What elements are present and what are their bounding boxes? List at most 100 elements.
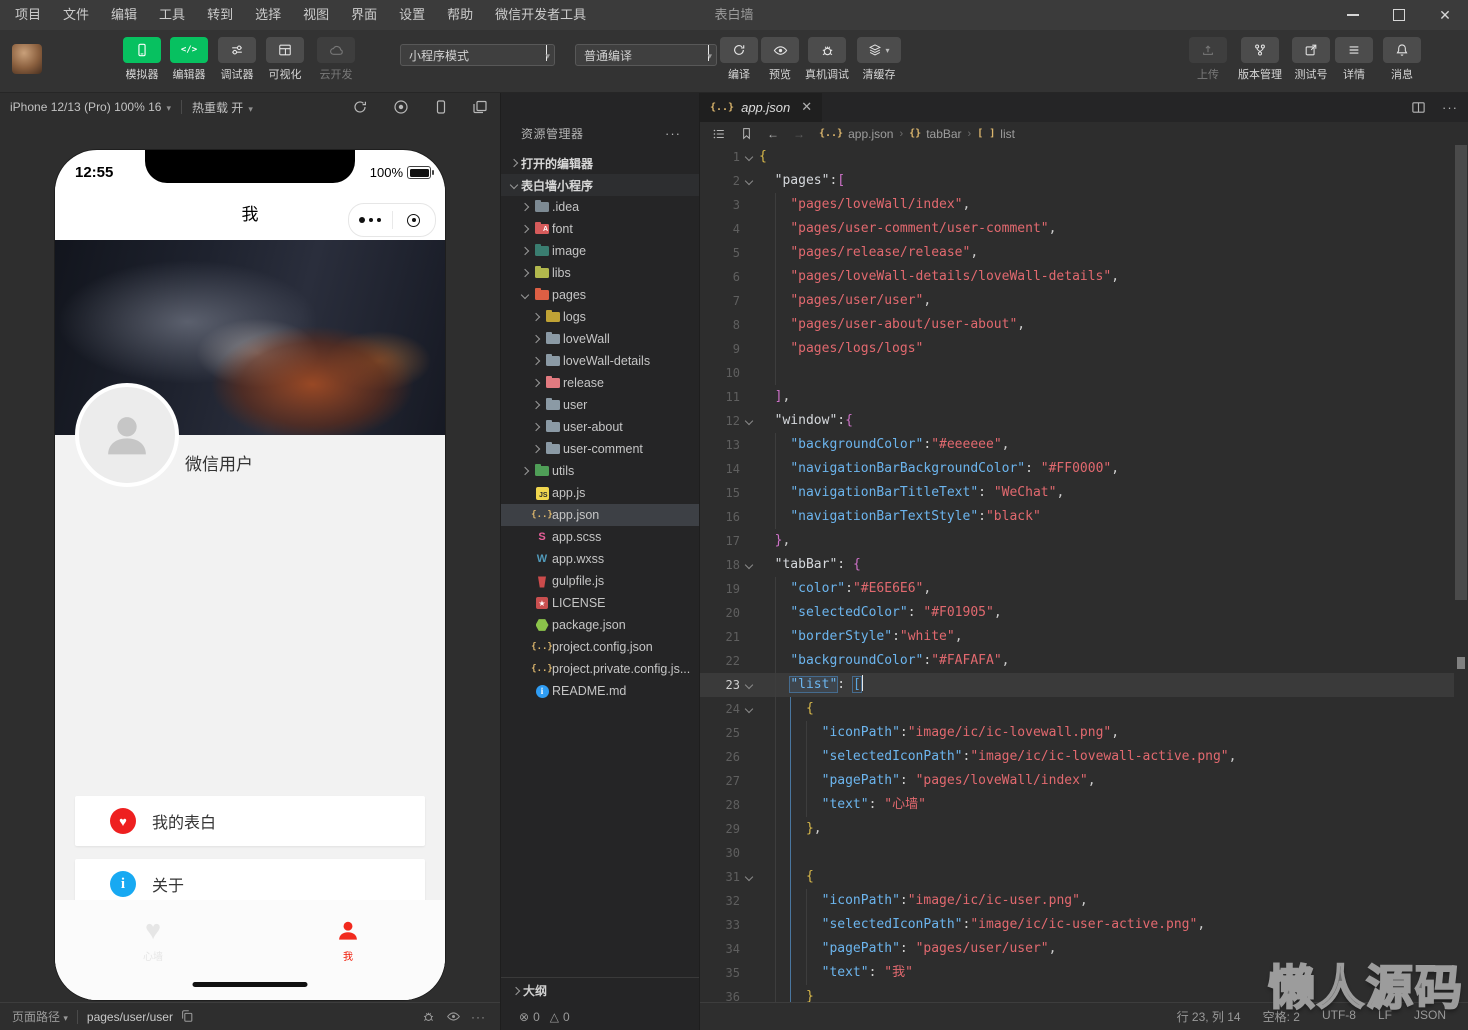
code-line[interactable]: 8 "pages/user-about/user-about", [700, 313, 1454, 337]
tree-item[interactable]: user-comment [501, 438, 699, 460]
upload-button[interactable]: 上传 [1180, 37, 1236, 82]
code-editor[interactable]: 1{2 "pages":[3 "pages/loveWall/index",4 … [700, 145, 1454, 1003]
forward-arrow-icon[interactable]: → [793, 127, 805, 141]
tree-item[interactable]: iREADME.md [501, 680, 699, 702]
breadcrumb-item[interactable]: {}tabBar [909, 127, 961, 141]
menu-item[interactable]: 工具 [148, 0, 196, 30]
code-line[interactable]: 26 "selectedIconPath":"image/ic/ic-lovew… [700, 745, 1454, 769]
code-line[interactable]: 6 "pages/loveWall-details/loveWall-detai… [700, 265, 1454, 289]
code-line[interactable]: 21 "borderStyle":"white", [700, 625, 1454, 649]
close-button[interactable]: ✕ [1422, 0, 1468, 30]
more-icon[interactable]: ··· [1442, 100, 1458, 115]
bookmark-icon[interactable] [740, 127, 753, 140]
breadcrumb-item[interactable]: {..}app.json [819, 127, 893, 141]
tree-item[interactable]: libs [501, 262, 699, 284]
page-path-select[interactable]: 页面路径 ▾ [12, 1008, 68, 1025]
code-line[interactable]: 23 "list": [ [700, 673, 1454, 697]
version-control-button[interactable]: 版本管理 [1232, 37, 1288, 82]
tree-item[interactable]: 打开的编辑器 [501, 152, 699, 174]
menu-item[interactable]: 设置 [388, 0, 436, 30]
menu-item[interactable]: 文件 [52, 0, 100, 30]
bug-icon[interactable] [421, 1009, 436, 1024]
visual-toggle-button[interactable]: 可视化 [257, 37, 313, 82]
code-line[interactable]: 25 "iconPath":"image/ic/ic-lovewall.png"… [700, 721, 1454, 745]
messages-button[interactable]: 消息 [1374, 37, 1430, 82]
code-line[interactable]: 31 { [700, 865, 1454, 889]
tab-lovewall[interactable]: ♥ 心墙 [123, 912, 183, 963]
menu-item[interactable]: 转到 [196, 0, 244, 30]
tree-item[interactable]: 表白墙小程序 [501, 174, 699, 196]
breadcrumb-item[interactable]: [ ]list [977, 127, 1015, 141]
tree-item[interactable]: Afont [501, 218, 699, 240]
avatar[interactable] [75, 383, 179, 487]
code-line[interactable]: 15 "navigationBarTitleText": "WeChat", [700, 481, 1454, 505]
tree-item[interactable]: Wapp.wxss [501, 548, 699, 570]
code-line[interactable]: 1{ [700, 145, 1454, 169]
home-indicator[interactable] [193, 982, 308, 987]
tree-item[interactable]: logs [501, 306, 699, 328]
menu-item[interactable]: 项目 [4, 0, 52, 30]
editor-scrollbar[interactable] [1454, 145, 1468, 1003]
tree-item[interactable]: utils [501, 460, 699, 482]
menu-item[interactable]: 帮助 [436, 0, 484, 30]
outline-section[interactable]: 大纲 [501, 977, 699, 1003]
tree-item[interactable]: .idea [501, 196, 699, 218]
code-line[interactable]: 20 "selectedColor": "#F01905", [700, 601, 1454, 625]
code-line[interactable]: 2 "pages":[ [700, 169, 1454, 193]
code-line[interactable]: 22 "backgroundColor":"#FAFAFA", [700, 649, 1454, 673]
tree-item[interactable]: user [501, 394, 699, 416]
code-line[interactable]: 14 "navigationBarBackgroundColor": "#FF0… [700, 457, 1454, 481]
menu-item[interactable]: 视图 [292, 0, 340, 30]
device-select[interactable]: iPhone 12/13 (Pro) 100% 16▾ [10, 100, 171, 114]
restart-icon[interactable] [352, 99, 368, 115]
more-dots-icon[interactable] [349, 217, 392, 223]
code-line[interactable]: 5 "pages/release/release", [700, 241, 1454, 265]
compile-mode-select[interactable]: 普通编译▾ [575, 44, 717, 66]
device-debug-button[interactable]: 真机调试 [799, 37, 855, 82]
eye-icon[interactable] [446, 1009, 461, 1024]
code-line[interactable]: 27 "pagePath": "pages/loveWall/index", [700, 769, 1454, 793]
menu-item[interactable]: 微信开发者工具 [484, 0, 597, 30]
more-icon[interactable]: ··· [665, 126, 681, 141]
code-line[interactable]: 16 "navigationBarTextStyle":"black" [700, 505, 1454, 529]
tree-item[interactable]: pages [501, 284, 699, 306]
tab-app-json[interactable]: {..} app.json ✕ [700, 92, 822, 122]
user-avatar[interactable] [12, 44, 42, 74]
code-line[interactable]: 7 "pages/user/user", [700, 289, 1454, 313]
menu-item[interactable]: 界面 [340, 0, 388, 30]
hot-reload-toggle[interactable]: 热重载 开▾ [192, 99, 253, 116]
code-line[interactable]: 11 ], [700, 385, 1454, 409]
back-arrow-icon[interactable]: ← [767, 127, 779, 141]
mode-select[interactable]: 小程序模式▾ [400, 44, 555, 66]
tree-item[interactable]: JSapp.js [501, 482, 699, 504]
cloud-dev-button[interactable]: 云开发 [308, 37, 364, 82]
more-icon[interactable]: ··· [471, 1010, 486, 1024]
phone-frame-icon[interactable] [433, 99, 449, 115]
tree-item[interactable]: loveWall [501, 328, 699, 350]
code-line[interactable]: 29 }, [700, 817, 1454, 841]
tree-item[interactable]: loveWall-details [501, 350, 699, 372]
code-line[interactable]: 18 "tabBar": { [700, 553, 1454, 577]
tab-me[interactable]: 我 [318, 912, 378, 963]
code-line[interactable]: 33 "selectedIconPath":"image/ic/ic-user-… [700, 913, 1454, 937]
tree-item[interactable]: ★LICENSE [501, 592, 699, 614]
code-line[interactable]: 3 "pages/loveWall/index", [700, 193, 1454, 217]
code-line[interactable]: 32 "iconPath":"image/ic/ic-user.png", [700, 889, 1454, 913]
tree-item[interactable]: user-about [501, 416, 699, 438]
code-line[interactable]: 17 }, [700, 529, 1454, 553]
tree-item[interactable]: image [501, 240, 699, 262]
stop-icon[interactable] [393, 99, 409, 115]
minimize-button[interactable] [1330, 0, 1376, 30]
my-confessions-item[interactable]: ♥ 我的表白 [75, 796, 425, 846]
code-line[interactable]: 9 "pages/logs/logs" [700, 337, 1454, 361]
tree-item[interactable]: release [501, 372, 699, 394]
code-line[interactable]: 12 "window":{ [700, 409, 1454, 433]
close-capsule-icon[interactable] [393, 214, 436, 227]
split-editor-icon[interactable] [1411, 100, 1426, 115]
tree-item[interactable]: package.json [501, 614, 699, 636]
tree-item[interactable]: {..}project.config.json [501, 636, 699, 658]
status-segment[interactable]: 行 23, 列 14 [1177, 1008, 1241, 1025]
close-tab-icon[interactable]: ✕ [801, 99, 812, 115]
scrollbar-thumb[interactable] [1455, 145, 1467, 600]
outline-list-icon[interactable] [712, 127, 726, 141]
